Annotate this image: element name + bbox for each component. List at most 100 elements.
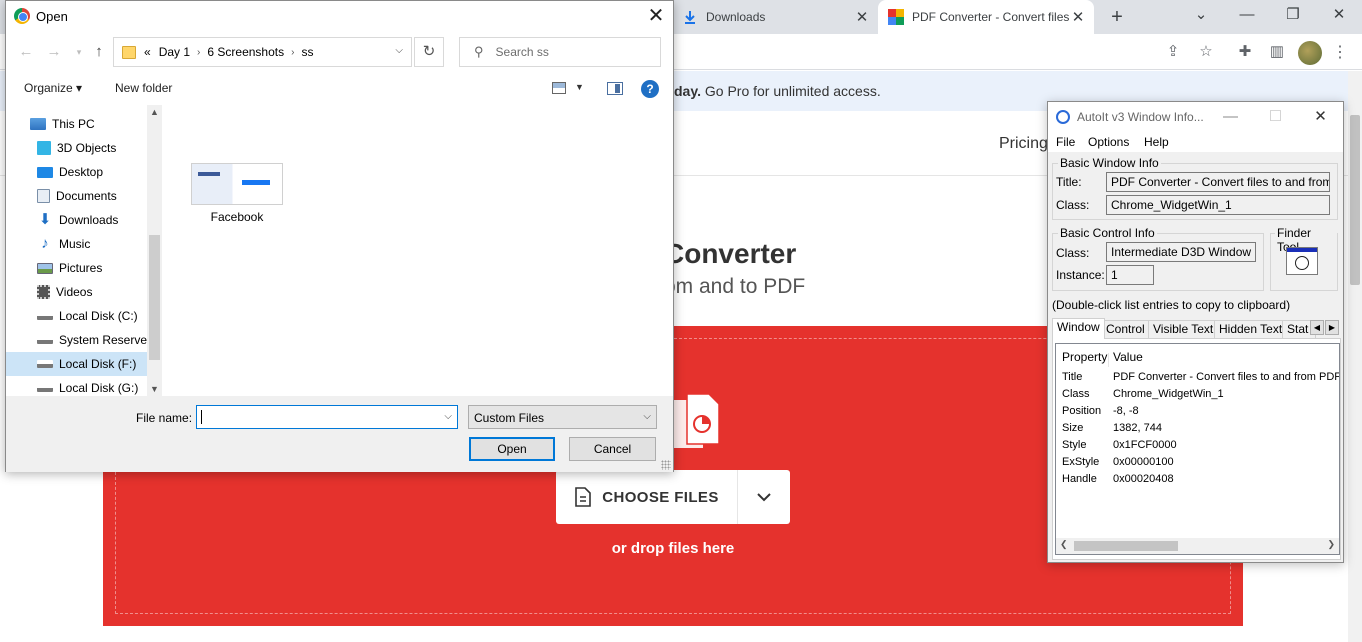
side-panel-icon[interactable]: ▥	[1266, 41, 1288, 63]
file-type-select[interactable]: Custom Files ⌵	[468, 405, 657, 429]
bookmark-star-icon[interactable]: ☆	[1195, 41, 1217, 63]
address-bar[interactable]: « Day 1 › 6 Screenshots › ss ⌵	[113, 37, 412, 67]
organize-menu[interactable]: Organize ▾	[24, 81, 82, 95]
chevron-up-icon[interactable]: ▲	[150, 107, 159, 117]
tab-visible-text[interactable]: Visible Text	[1148, 320, 1219, 338]
dialog-title: Open	[36, 9, 68, 24]
menu-file[interactable]: File	[1056, 135, 1075, 149]
minimize-button[interactable]: —	[1208, 102, 1253, 132]
tree-item-videos[interactable]: Videos	[6, 280, 147, 304]
row-property: Title	[1062, 371, 1083, 383]
tree-item-desktop[interactable]: Desktop	[6, 160, 147, 184]
chevron-left-icon[interactable]: ◀	[1310, 320, 1324, 335]
resize-grip-icon[interactable]	[661, 460, 671, 470]
control-class-field[interactable]: Intermediate D3D Window	[1106, 242, 1256, 262]
chevron-left-icon[interactable]: ❮	[1060, 539, 1068, 550]
autoit-titlebar[interactable]: AutoIt v3 Window Info... — ☐ ✕	[1048, 102, 1343, 132]
tab-window[interactable]: Window	[1052, 318, 1105, 339]
instance-field[interactable]: 1	[1106, 265, 1154, 285]
tree-item-downloads[interactable]: ⬇ Downloads	[6, 208, 147, 232]
restore-button[interactable]: ❐	[1270, 0, 1316, 30]
tree-item-label: Local Disk (G:)	[59, 381, 139, 395]
breadcrumb-day1[interactable]: Day 1	[159, 45, 190, 59]
scrollbar-thumb[interactable]	[1074, 541, 1178, 551]
menu-help[interactable]: Help	[1144, 135, 1169, 149]
breadcrumb-ss[interactable]: ss	[301, 45, 313, 59]
tree-item-3d-objects[interactable]: 3D Objects	[6, 136, 147, 160]
menu-options[interactable]: Options	[1088, 135, 1129, 149]
row-property: Size	[1062, 422, 1084, 434]
minimize-button[interactable]: —	[1224, 0, 1270, 30]
new-folder-button[interactable]: New folder	[115, 81, 172, 95]
scrollbar-thumb[interactable]	[149, 235, 160, 360]
tab-control[interactable]: Control	[1101, 320, 1150, 338]
window-class-field[interactable]: Chrome_WidgetWin_1	[1106, 195, 1330, 215]
chevron-right-icon[interactable]: ❯	[1327, 539, 1335, 550]
chevron-down-icon[interactable]	[738, 470, 790, 524]
dialog-close-button[interactable]: ✕	[639, 1, 673, 32]
chevron-right-icon[interactable]: ›	[197, 47, 200, 58]
list-horizontal-scrollbar[interactable]: ❮ ❯	[1056, 538, 1339, 554]
window-title-field[interactable]: PDF Converter - Convert files to and fro…	[1106, 172, 1330, 192]
close-button[interactable]: ✕	[1316, 0, 1362, 30]
breadcrumb-screenshots[interactable]: 6 Screenshots	[207, 45, 284, 59]
extensions-puzzle-icon[interactable]: ✚	[1234, 41, 1256, 63]
tree-item-local-disk-c[interactable]: Local Disk (C:)	[6, 304, 147, 328]
chevron-down-icon[interactable]: ⌵	[643, 411, 651, 422]
open-button[interactable]: Open	[469, 437, 555, 461]
tree-item-local-disk-f[interactable]: Local Disk (F:)	[6, 352, 147, 376]
tree-item-pictures[interactable]: Pictures	[6, 256, 147, 280]
cancel-button[interactable]: Cancel	[569, 437, 656, 461]
choose-files-button[interactable]: CHOOSE FILES	[556, 470, 790, 524]
tree-item-documents[interactable]: Documents	[6, 184, 147, 208]
chevron-down-icon[interactable]: ⌵	[395, 45, 403, 56]
chevron-right-icon[interactable]: ›	[291, 47, 294, 58]
chevron-down-icon[interactable]: ▼	[575, 82, 584, 92]
tab-pdf-converter[interactable]: PDF Converter - Convert files ✕	[878, 0, 1094, 34]
search-input[interactable]: ⚲ Search ss	[459, 37, 661, 67]
tree-item-local-disk-g[interactable]: Local Disk (G:)	[6, 376, 147, 396]
file-name-input[interactable]: ⌵	[196, 405, 458, 429]
file-item[interactable]: Facebook	[187, 163, 287, 224]
breadcrumb-overflow[interactable]: «	[144, 45, 151, 59]
tree-item-this-pc[interactable]: This PC	[6, 112, 147, 136]
back-arrow-icon[interactable]: ←	[16, 42, 36, 62]
text-caret	[201, 410, 202, 424]
page-scrollbar[interactable]	[1348, 71, 1362, 642]
chevron-right-icon[interactable]: ▶	[1325, 320, 1339, 335]
view-options-icon[interactable]	[552, 82, 566, 94]
tab-hidden-text[interactable]: Hidden Text	[1214, 320, 1288, 338]
dialog-navbar: ← → ▾ ↑ « Day 1 › 6 Screenshots › ss ⌵ ↻…	[6, 32, 673, 72]
chevron-down-icon[interactable]: ▼	[150, 384, 159, 394]
header-property[interactable]: Property	[1062, 350, 1107, 364]
menu-kebab-icon[interactable]: ⋮	[1332, 42, 1348, 62]
tree-item-music[interactable]: ♪ Music	[6, 232, 147, 256]
refresh-icon[interactable]: ↻	[414, 37, 444, 67]
close-icon[interactable]: ✕	[854, 8, 870, 26]
nav-pricing-link[interactable]: Pricing	[999, 135, 1048, 153]
tab-search-icon[interactable]: ⌄	[1178, 0, 1224, 30]
tab-downloads[interactable]: Downloads ✕	[672, 0, 878, 34]
scrollbar-thumb[interactable]	[1350, 115, 1360, 285]
finder-crosshair-icon[interactable]	[1286, 247, 1318, 275]
maximize-button: ☐	[1268, 108, 1283, 125]
choose-files-main[interactable]: CHOOSE FILES	[556, 470, 737, 524]
navigation-scrollbar[interactable]: ▲ ▼	[147, 105, 162, 396]
property-list[interactable]: Property Value Title PDF Converter - Conv…	[1055, 343, 1340, 555]
profile-avatar[interactable]	[1298, 41, 1322, 65]
close-icon[interactable]: ✕	[1070, 8, 1086, 26]
share-icon[interactable]: ⇪	[1162, 41, 1184, 63]
recent-dropdown-icon[interactable]: ▾	[69, 42, 89, 62]
chevron-down-icon[interactable]: ⌵	[444, 411, 452, 422]
music-icon: ♪	[41, 235, 49, 252]
help-icon[interactable]: ?	[641, 80, 659, 98]
tree-item-system-reserved[interactable]: System Reservec	[6, 328, 147, 352]
close-button[interactable]: ✕	[1298, 102, 1343, 132]
forward-arrow-icon[interactable]: →	[44, 42, 64, 62]
new-tab-button[interactable]: +	[1106, 6, 1128, 28]
up-arrow-icon[interactable]: ↑	[89, 42, 109, 62]
header-divider[interactable]	[1108, 353, 1109, 367]
dialog-titlebar[interactable]: Open ✕	[6, 1, 673, 32]
header-value[interactable]: Value	[1113, 350, 1143, 364]
preview-pane-icon[interactable]	[607, 82, 623, 95]
